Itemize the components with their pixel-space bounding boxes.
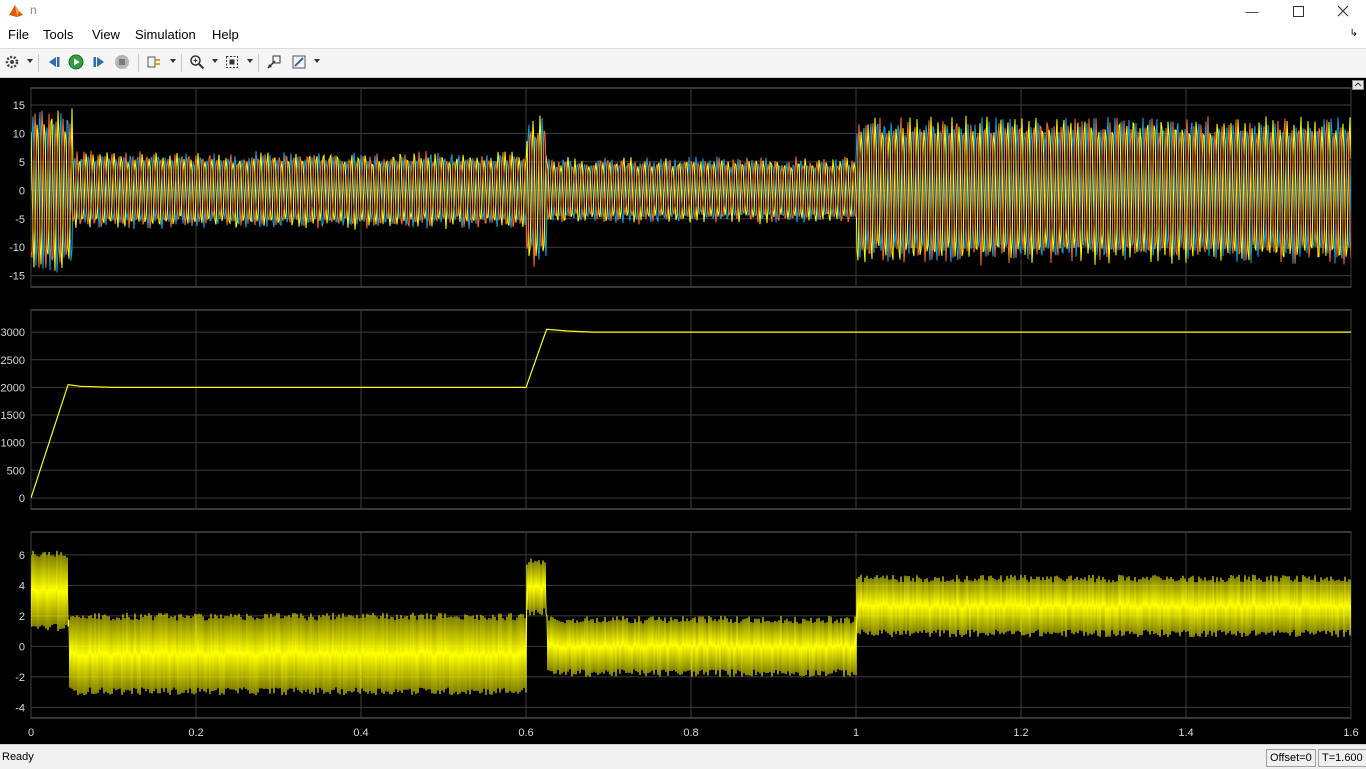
x-tick-label: 1.2	[1013, 727, 1028, 739]
y-tick-label: 10	[13, 128, 25, 140]
y-tick-label: 2	[19, 611, 25, 623]
maximize-icon	[1292, 5, 1304, 17]
style-icon	[292, 55, 306, 69]
maximize-button[interactable]	[1275, 0, 1321, 22]
style-dropdown-icon[interactable]	[314, 59, 320, 63]
step-back-button[interactable]	[45, 53, 63, 71]
y-tick-label: -5	[15, 214, 25, 226]
time-readout: T=1.600	[1318, 749, 1366, 767]
x-tick-label: 0.2	[188, 727, 203, 739]
y-tick-label: 3000	[1, 327, 25, 339]
scope-figure: -15 -10 -5 0 5 10 15 0 500 1000 1500 2000 2500 3000 -4…	[0, 78, 1366, 744]
y-tick-label: -15	[9, 271, 25, 283]
x-tick-label: 1.4	[1178, 727, 1193, 739]
x-tick-label: 0.6	[518, 727, 533, 739]
autoscale-button[interactable]	[223, 53, 241, 71]
y-tick-label: 0	[19, 493, 25, 505]
minimize-icon: —	[1245, 3, 1259, 19]
run-icon	[68, 54, 84, 70]
step-back-icon	[49, 57, 60, 67]
run-button[interactable]	[67, 53, 85, 71]
y-tick-label: 1000	[1, 438, 25, 450]
y-tick-label: -4	[15, 702, 25, 714]
y-tick-label: 2000	[1, 382, 25, 394]
settings-dropdown-icon[interactable]	[27, 59, 33, 63]
menu-file[interactable]: File	[8, 27, 29, 42]
toolbar-separator	[38, 54, 39, 72]
settings-icon	[5, 55, 19, 69]
window-title: n	[30, 3, 37, 17]
toolbar-separator	[138, 54, 139, 72]
dock-arrow-icon[interactable]: ↳	[1350, 28, 1358, 39]
signal-selector-icon	[147, 56, 160, 68]
y-tick-label: 15	[13, 100, 25, 112]
menu-tools[interactable]: Tools	[43, 27, 73, 42]
y-tick-label: 4	[19, 580, 25, 592]
title-bar: n —	[0, 0, 1366, 22]
signal-selector-dropdown-icon[interactable]	[170, 59, 176, 63]
y-tick-label: 0	[19, 185, 25, 197]
stop-icon	[115, 55, 129, 69]
toolbar	[0, 48, 1366, 78]
undock-icon[interactable]	[1352, 80, 1364, 90]
settings-button[interactable]	[3, 53, 21, 71]
x-tick-label: 0.4	[353, 727, 368, 739]
zoom-button[interactable]	[188, 53, 206, 71]
highlight-block-button[interactable]	[265, 53, 283, 71]
y-tick-label: 1500	[1, 410, 25, 422]
y-tick-label: 5	[19, 157, 25, 169]
close-icon	[1337, 5, 1349, 17]
toolbar-separator	[258, 54, 259, 72]
menu-simulation[interactable]: Simulation	[135, 27, 196, 42]
step-forward-button[interactable]	[90, 53, 108, 71]
y-tick-label: -2	[15, 672, 25, 684]
stop-button[interactable]	[113, 53, 131, 71]
minimize-button[interactable]: —	[1229, 0, 1275, 22]
y-tick-label: 6	[19, 550, 25, 562]
x-tick-label: 1.6	[1343, 727, 1358, 739]
status-text: Ready	[2, 751, 34, 763]
toolbar-separator	[181, 54, 182, 72]
x-tick-label: 1	[853, 727, 859, 739]
autoscale-dropdown-icon[interactable]	[247, 59, 253, 63]
signal-selector-button[interactable]	[145, 53, 163, 71]
close-button[interactable]	[1320, 0, 1366, 22]
y-tick-label: 500	[7, 465, 25, 477]
y-tick-label: 2500	[1, 355, 25, 367]
zoom-dropdown-icon[interactable]	[212, 59, 218, 63]
matlab-logo-icon	[9, 5, 23, 17]
x-tick-label: 0	[28, 727, 34, 739]
menu-bar: File Tools View Simulation Help ↳	[0, 22, 1366, 48]
zoom-icon	[190, 55, 205, 70]
status-bar: Ready Offset=0 T=1.600	[0, 744, 1366, 769]
style-button[interactable]	[290, 53, 308, 71]
scope-plot-canvas: -15-10-5051015050010001500200025003000-4…	[1, 87, 1359, 739]
step-forward-icon	[93, 57, 104, 67]
x-tick-label: 0.8	[683, 727, 698, 739]
offset-readout: Offset=0	[1266, 749, 1316, 767]
menu-help[interactable]: Help	[212, 27, 239, 42]
y-tick-label: 0	[19, 641, 25, 653]
y-tick-label: -10	[9, 242, 25, 254]
highlight-block-icon	[267, 55, 281, 69]
autoscale-icon	[226, 56, 238, 68]
menu-view[interactable]: View	[92, 27, 120, 42]
